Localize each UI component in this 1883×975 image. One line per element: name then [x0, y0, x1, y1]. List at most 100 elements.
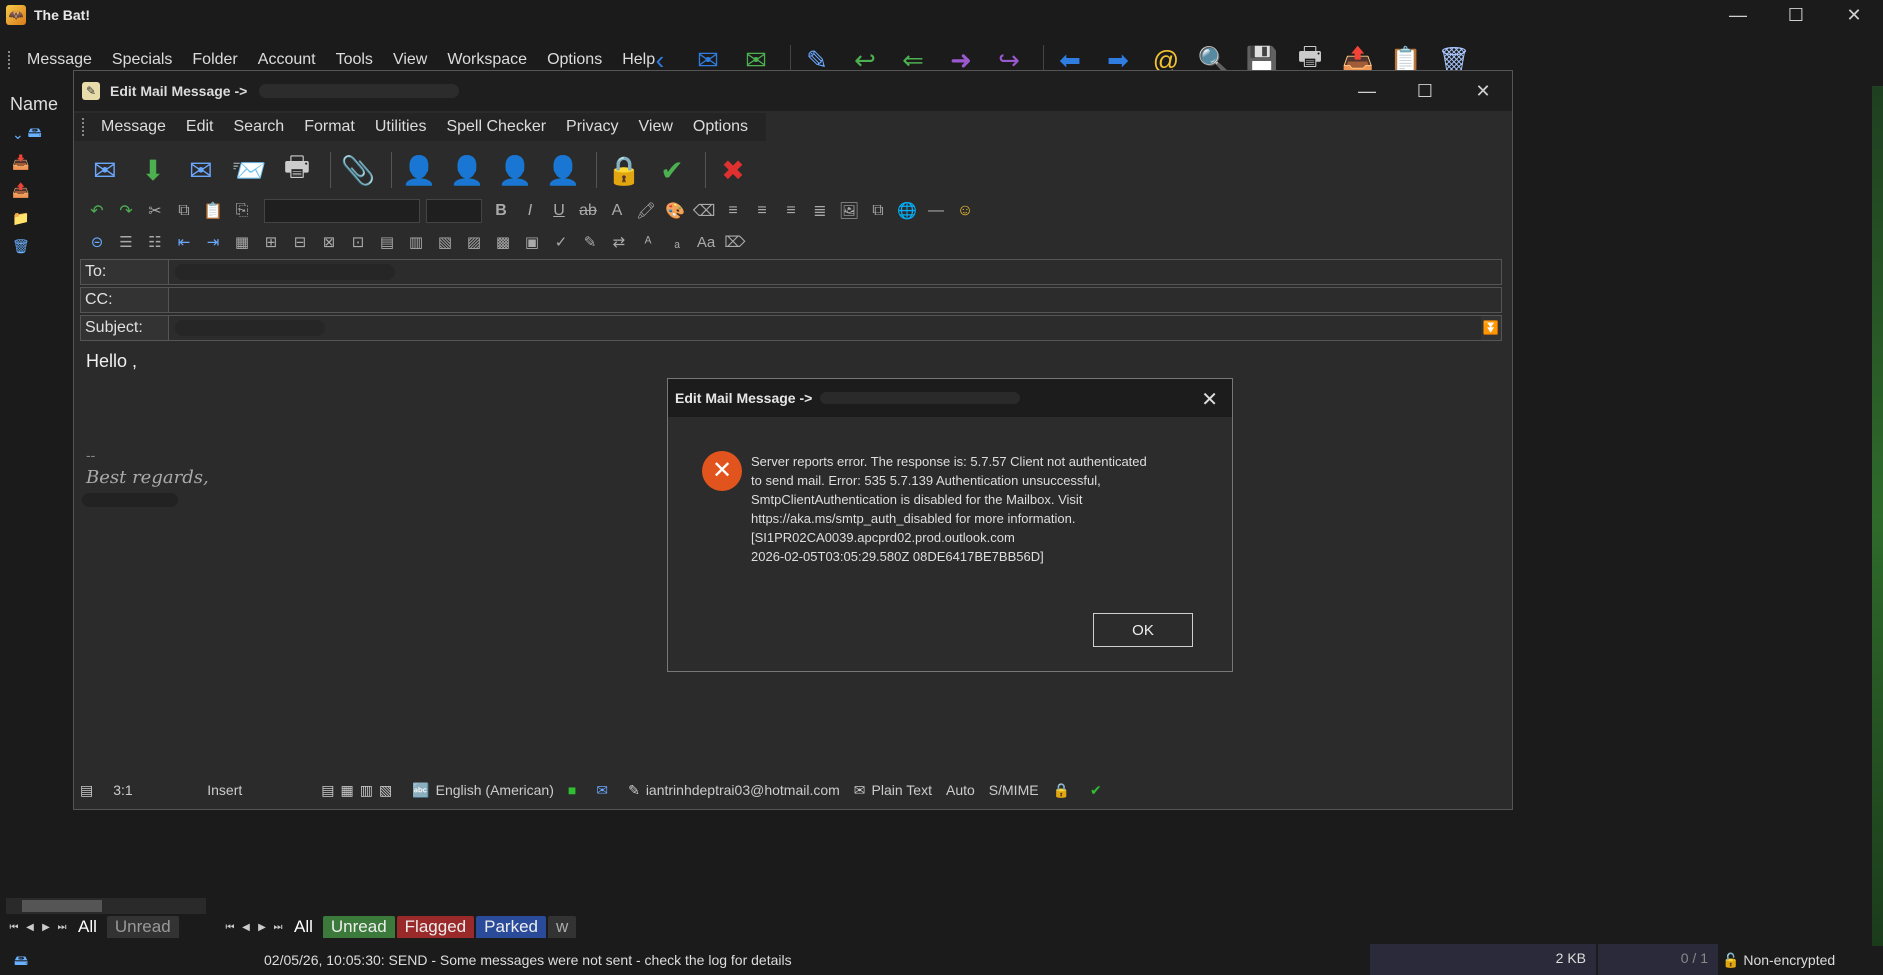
- table-split-icon[interactable]: ▥: [403, 230, 429, 254]
- folder-horizontal-scrollbar[interactable]: [6, 898, 206, 914]
- table-merge-icon[interactable]: ▤: [374, 230, 400, 254]
- horizontal-line-icon[interactable]: —: [923, 198, 949, 224]
- send-now-icon[interactable]: ✉: [84, 150, 126, 190]
- menu-options[interactable]: Options: [537, 51, 612, 69]
- tab-flagged-messages[interactable]: Flagged: [396, 916, 475, 938]
- signed-icon[interactable]: ✔: [1090, 782, 1108, 799]
- account-status[interactable]: ✎ iantrinhdeptrai03@hotmail.com: [628, 782, 840, 799]
- quote-icon[interactable]: ⊝: [84, 230, 110, 254]
- folder-sent[interactable]: 📁: [0, 204, 75, 232]
- align-left-icon[interactable]: ≡: [720, 198, 746, 224]
- insert-image-icon[interactable]: 🖼: [836, 198, 862, 224]
- address-book-bcc-icon[interactable]: 👤: [494, 150, 536, 190]
- tab-unread-messages[interactable]: Unread: [322, 916, 395, 938]
- paste-special-icon[interactable]: ⎘: [229, 198, 255, 224]
- discard-icon[interactable]: ✖: [712, 150, 754, 190]
- table-delete-icon[interactable]: ⊡: [345, 230, 371, 254]
- strikethrough-icon[interactable]: ab: [575, 198, 601, 224]
- spell-check-icon[interactable]: ✓: [548, 230, 574, 254]
- highlight-color-icon[interactable]: 🖍: [633, 198, 659, 224]
- save-template-icon[interactable]: 📨: [228, 150, 270, 190]
- ok-button[interactable]: OK: [1093, 613, 1193, 647]
- insert-mode[interactable]: Insert: [207, 782, 307, 798]
- maximize-icon[interactable]: ☐: [1767, 0, 1825, 30]
- undo-icon[interactable]: ↶: [84, 198, 110, 224]
- priority-icon[interactable]: ■: [568, 782, 582, 798]
- ed-menu-search[interactable]: Search: [224, 118, 295, 136]
- numbered-list-icon[interactable]: ☷: [142, 230, 168, 254]
- redo-icon[interactable]: ↷: [113, 198, 139, 224]
- menu-account[interactable]: Account: [248, 51, 326, 69]
- table-insert-icon[interactable]: ⊠: [316, 230, 342, 254]
- decrease-indent-icon[interactable]: ⇤: [171, 230, 197, 254]
- menu-tools[interactable]: Tools: [326, 51, 383, 69]
- folder-inbox[interactable]: 📥: [0, 148, 75, 176]
- emoji-icon[interactable]: ☺: [952, 198, 978, 224]
- expand-headers-icon[interactable]: ⏬: [1481, 320, 1501, 336]
- menubar-grip[interactable]: [82, 118, 85, 136]
- name-column-header[interactable]: Name: [0, 90, 75, 120]
- ed-menu-utilities[interactable]: Utilities: [365, 118, 437, 136]
- table-align-icon[interactable]: ▣: [519, 230, 545, 254]
- charset-status[interactable]: Auto: [946, 782, 975, 798]
- ed-menu-privacy[interactable]: Privacy: [556, 118, 628, 136]
- attach-icon[interactable]: 📎: [337, 150, 379, 190]
- insert-link-icon[interactable]: 🌐: [894, 198, 920, 224]
- insert-table-icon[interactable]: ▦: [229, 230, 255, 254]
- first-icon[interactable]: ⏮: [222, 922, 238, 933]
- save-draft-icon[interactable]: ✉: [180, 150, 222, 190]
- encrypt-icon[interactable]: 🔒: [603, 150, 645, 190]
- sign-icon[interactable]: ✔: [651, 150, 693, 190]
- align-right-icon[interactable]: ≡: [778, 198, 804, 224]
- menu-specials[interactable]: Specials: [102, 51, 182, 69]
- menu-folder[interactable]: Folder: [182, 51, 247, 69]
- address-book-reply-icon[interactable]: 👤: [542, 150, 584, 190]
- minimize-icon[interactable]: —: [1338, 71, 1396, 111]
- cc-input[interactable]: [169, 288, 1501, 312]
- increase-indent-icon[interactable]: ⇥: [200, 230, 226, 254]
- copy-icon[interactable]: ⧉: [171, 198, 197, 224]
- minimize-icon[interactable]: —: [1709, 0, 1767, 30]
- table-border-icon[interactable]: ▩: [490, 230, 516, 254]
- tab-all-messages[interactable]: All: [286, 916, 321, 938]
- close-icon[interactable]: ✕: [1201, 387, 1218, 412]
- insert-object-icon[interactable]: ⧉: [865, 198, 891, 224]
- receipt-icon[interactable]: ✉: [596, 782, 614, 799]
- underline-icon[interactable]: U: [546, 198, 572, 224]
- bold-icon[interactable]: B: [488, 198, 514, 224]
- ed-menu-view[interactable]: View: [629, 118, 683, 136]
- align-center-icon[interactable]: ≡: [749, 198, 775, 224]
- italic-icon[interactable]: I: [517, 198, 543, 224]
- menu-view[interactable]: View: [383, 51, 437, 69]
- menu-message[interactable]: Message: [17, 51, 102, 69]
- font-size-select[interactable]: [426, 199, 482, 223]
- table-cols-icon[interactable]: ⊞: [258, 230, 284, 254]
- close-icon[interactable]: ✕: [1825, 0, 1883, 30]
- tab-all[interactable]: All: [70, 916, 105, 938]
- ed-menu-options[interactable]: Options: [683, 118, 758, 136]
- prev-icon[interactable]: ◀: [238, 922, 254, 933]
- bullet-list-icon[interactable]: ☰: [113, 230, 139, 254]
- maximize-icon[interactable]: ☐: [1396, 71, 1454, 111]
- queue-icon[interactable]: ⬇: [132, 150, 174, 190]
- next-icon[interactable]: ▶: [254, 922, 270, 933]
- close-icon[interactable]: ✕: [1454, 71, 1512, 111]
- smime-status[interactable]: S/MIME: [989, 782, 1039, 798]
- last-icon[interactable]: ⏭: [54, 922, 70, 933]
- text-color-icon[interactable]: A: [604, 198, 630, 224]
- address-book-cc-icon[interactable]: 👤: [446, 150, 488, 190]
- cut-icon[interactable]: ✂: [142, 198, 168, 224]
- tab-unread[interactable]: Unread: [106, 916, 179, 938]
- first-icon[interactable]: ⏮: [6, 922, 22, 933]
- tab-parked-messages[interactable]: Parked: [476, 916, 546, 938]
- subscript-icon[interactable]: ₐ: [664, 230, 690, 254]
- format-status[interactable]: ✉ Plain Text: [854, 782, 932, 799]
- chevron-down-icon[interactable]: ⌄: [12, 126, 24, 143]
- menubar-grip[interactable]: [8, 51, 11, 69]
- to-input[interactable]: [169, 260, 1501, 284]
- find-replace-icon[interactable]: ⇄: [606, 230, 632, 254]
- font-family-select[interactable]: [264, 199, 420, 223]
- superscript-icon[interactable]: ᴬ: [635, 230, 661, 254]
- address-book-to-icon[interactable]: 👤: [398, 150, 440, 190]
- ed-menu-message[interactable]: Message: [91, 118, 176, 136]
